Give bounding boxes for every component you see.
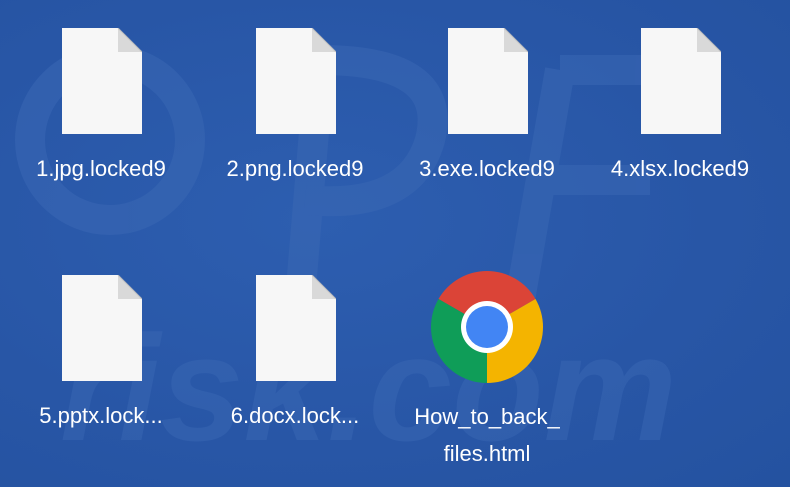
file-label-line1: How_to_back_ — [414, 404, 560, 429]
blank-file-icon — [641, 28, 721, 134]
file-label: 1.jpg.locked9 — [36, 156, 166, 181]
file-label: 6.docx.lock... — [230, 403, 360, 428]
file-label: 5.pptx.lock... — [39, 403, 163, 428]
blank-file-icon — [256, 275, 336, 381]
file-label-line2: files.html — [443, 441, 531, 466]
file-label: 3.exe.locked9 — [419, 156, 555, 181]
blank-file-icon — [62, 28, 142, 134]
watermark-text: risk.com — [60, 304, 677, 472]
file-label: 2.png.locked9 — [226, 156, 364, 181]
chrome-icon — [430, 270, 544, 383]
blank-file-icon — [448, 28, 528, 134]
blank-file-icon — [256, 28, 336, 134]
file-label: 4.xlsx.locked9 — [610, 156, 750, 181]
desktop-background: risk.com 1.jpg.locked9 2.png.locked9 3.e… — [0, 0, 790, 487]
blank-file-icon — [62, 275, 142, 381]
